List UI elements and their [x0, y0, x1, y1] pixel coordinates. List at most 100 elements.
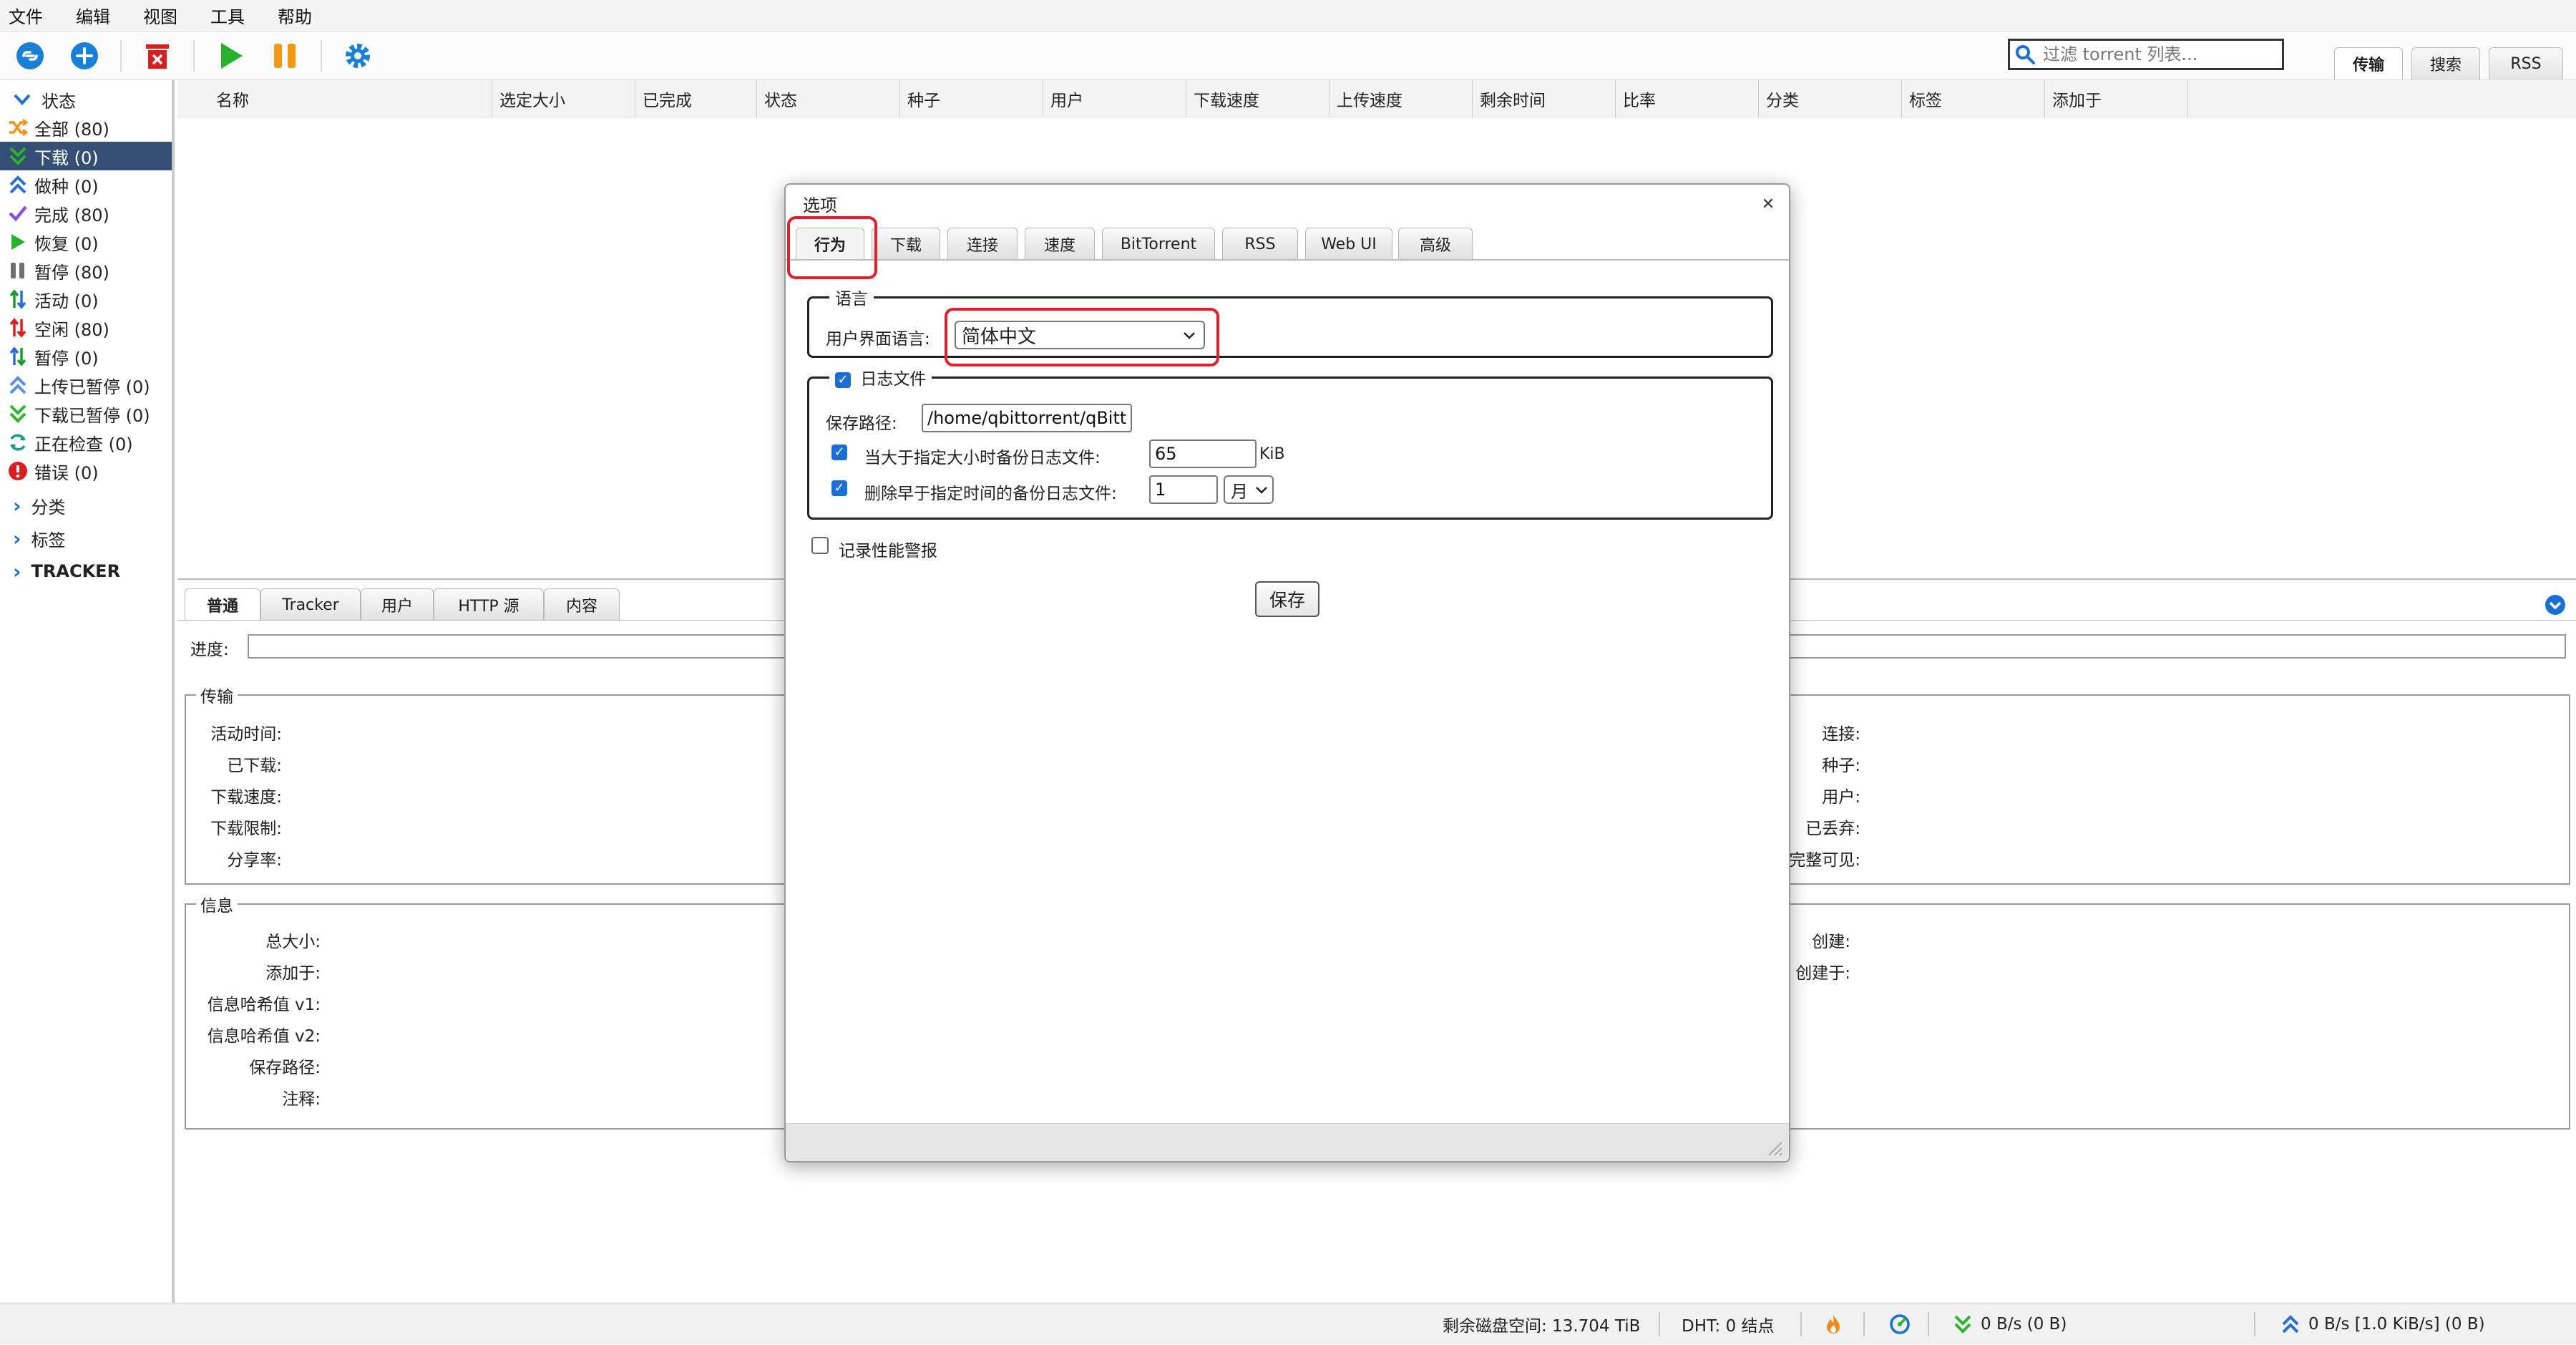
double-chevron-up-icon: [9, 376, 26, 394]
double-chevron-down-icon: [9, 404, 26, 423]
tab-rss[interactable]: RSS: [2489, 47, 2563, 79]
delete-checkbox[interactable]: ✓: [831, 478, 847, 497]
menu-view[interactable]: 视图: [143, 3, 177, 28]
sidebar-item-paused[interactable]: 暂停 (80): [0, 256, 172, 285]
tab-web-ui[interactable]: Web UI: [1305, 228, 1392, 260]
dialog-close-button[interactable]: ✕: [1759, 195, 1777, 213]
sidebar-item-checking[interactable]: 正在检查 (0): [0, 428, 172, 457]
delete-button[interactable]: [139, 37, 176, 74]
sidebar-item-downloading[interactable]: 下载 (0): [0, 142, 172, 170]
sidebar-item-stalled[interactable]: 暂停 (0): [0, 342, 172, 371]
download-speed-text: 0 B/s (0 B): [1981, 1315, 2067, 1334]
status-separator: [1800, 1312, 1802, 1336]
perf-warnings-label: 记录性能警报: [839, 542, 937, 560]
connection-status[interactable]: [1825, 1303, 1842, 1345]
backup-checkbox[interactable]: ✓: [831, 442, 847, 461]
up-down-arrows-red-icon: [9, 318, 26, 338]
sidebar-item-stalled-uploading[interactable]: 上传已暂停 (0): [0, 371, 172, 399]
sidebar-item-errored[interactable]: 错误 (0): [0, 457, 172, 485]
chevron-down-icon: [14, 94, 31, 105]
menu-help[interactable]: 帮助: [278, 3, 312, 28]
shuffle-icon: [9, 118, 28, 137]
menu-tools[interactable]: 工具: [210, 3, 245, 28]
chevron-right-icon: ›: [13, 526, 21, 550]
column-selected-size[interactable]: 选定大小: [492, 80, 635, 117]
delete-label: 删除早于指定时间的备份日志文件:: [864, 485, 1117, 503]
backup-size-input[interactable]: [1149, 440, 1257, 468]
sidebar-item-resumed[interactable]: 恢复 (0): [0, 228, 172, 256]
torrent-table-header: 名称 选定大小 已完成 状态 种子 用户 下载速度 上传速度 剩余时间 比率 分…: [177, 80, 2576, 117]
resume-button[interactable]: [212, 37, 249, 74]
tab-general[interactable]: 普通: [185, 588, 260, 621]
highlight-ring: [945, 308, 1219, 366]
total-size-label: 总大小:: [265, 933, 321, 951]
tab-bittorrent[interactable]: BitTorrent: [1102, 228, 1215, 260]
menu-file[interactable]: 文件: [9, 3, 43, 28]
sidebar-item-active[interactable]: 活动 (0): [0, 285, 172, 314]
column-category[interactable]: 分类: [1759, 80, 1902, 117]
delete-age-input[interactable]: [1149, 475, 1218, 504]
status-separator: [2254, 1312, 2255, 1336]
column-down-speed[interactable]: 下载速度: [1186, 80, 1330, 117]
column-peers[interactable]: 用户: [1043, 80, 1186, 117]
free-disk-space: 剩余磁盘空间: 13.704 TiB: [1443, 1317, 1641, 1336]
tab-search[interactable]: 搜索: [2411, 47, 2480, 79]
log-file-checkbox[interactable]: ✓: [835, 372, 851, 388]
status-header[interactable]: 状态: [13, 86, 76, 113]
sidebar-tags-label: 标签: [31, 530, 66, 550]
column-eta[interactable]: 剩余时间: [1473, 80, 1616, 117]
sidebar-item-label: 完成 (80): [34, 205, 109, 225]
collapse-panel-button[interactable]: [2545, 594, 2566, 620]
column-added-on[interactable]: 添加于: [2045, 80, 2188, 117]
sidebar-item-completed[interactable]: 完成 (80): [0, 199, 172, 228]
sidebar-item-label: 上传已暂停 (0): [34, 377, 150, 397]
info-hash-v2-label: 信息哈希值 v2:: [207, 1027, 321, 1046]
sidebar-item-inactive[interactable]: 空闲 (80): [0, 314, 172, 342]
upload-speed-status[interactable]: 0 B/s [1.0 KiB/s] (0 B): [2281, 1303, 2485, 1345]
column-done[interactable]: 已完成: [635, 80, 757, 117]
column-tags[interactable]: 标签: [1902, 80, 2045, 117]
column-seeds[interactable]: 种子: [900, 80, 1043, 117]
sidebar-categories[interactable]: › 分类: [13, 491, 66, 520]
tab-connection[interactable]: 连接: [947, 228, 1018, 260]
tab-http-sources[interactable]: HTTP 源: [434, 588, 544, 621]
menu-edit[interactable]: 编辑: [76, 3, 110, 28]
column-name[interactable]: 名称: [209, 80, 492, 117]
resize-grip-icon[interactable]: [1765, 1138, 1783, 1157]
toolbar-separator: [193, 40, 195, 72]
column-status[interactable]: 状态: [757, 80, 900, 117]
tab-content[interactable]: 内容: [544, 588, 620, 621]
perf-warnings-checkbox[interactable]: [811, 535, 829, 554]
tab-rss[interactable]: RSS: [1222, 228, 1298, 260]
column-up-speed[interactable]: 上传速度: [1330, 80, 1473, 117]
log-path-input[interactable]: [922, 404, 1132, 432]
tab-speed[interactable]: 速度: [1025, 228, 1095, 260]
add-link-button[interactable]: [11, 37, 49, 74]
download-speed-status[interactable]: 0 B/s (0 B): [1953, 1303, 2067, 1345]
filter-input[interactable]: [2041, 44, 2273, 65]
highlight-ring: [787, 216, 877, 279]
tab-downloads[interactable]: 下载: [872, 228, 940, 260]
tab-trackers[interactable]: Tracker: [260, 588, 361, 621]
sidebar-item-seeding[interactable]: 做种 (0): [0, 170, 172, 199]
options-button[interactable]: [339, 37, 376, 74]
close-icon: ✕: [1761, 195, 1775, 213]
pause-button[interactable]: [266, 37, 303, 74]
chevron-down-circle-icon: [2545, 595, 2565, 615]
information-legend: 信息: [200, 897, 233, 916]
language-legend: 语言: [835, 290, 868, 309]
double-chevron-up-icon: [2282, 1315, 2299, 1334]
sidebar-item-stalled-downloading[interactable]: 下载已暂停 (0): [0, 399, 172, 428]
tab-transfers[interactable]: 传输: [2334, 47, 2403, 79]
toolbar-separator: [321, 40, 322, 72]
save-button[interactable]: 保存: [1255, 581, 1319, 617]
add-torrent-button[interactable]: [66, 37, 103, 74]
tab-peers[interactable]: 用户: [361, 588, 434, 621]
alt-speed-toggle[interactable]: [1889, 1303, 1911, 1345]
sidebar-tags[interactable]: › 标签: [13, 524, 66, 553]
delete-age-unit-select[interactable]: 月: [1224, 475, 1274, 504]
column-ratio[interactable]: 比率: [1616, 80, 1759, 117]
sidebar-trackers[interactable]: › TRACKER: [13, 557, 120, 586]
sidebar-item-all[interactable]: 全部 (80): [0, 113, 172, 142]
tab-advanced[interactable]: 高级: [1398, 228, 1473, 260]
